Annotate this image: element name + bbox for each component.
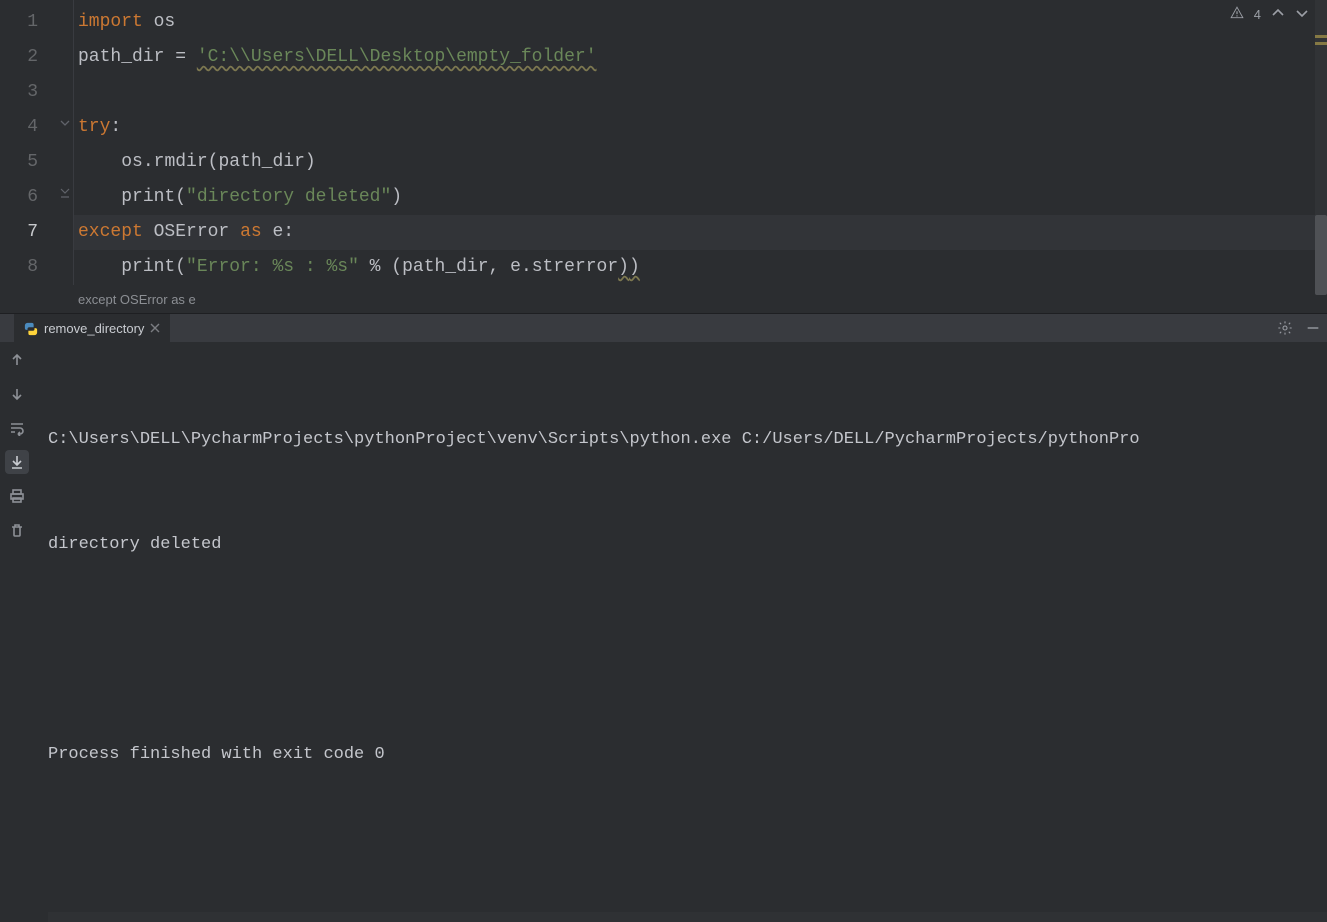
line-number: 2 — [27, 40, 38, 75]
soft-wrap-button[interactable] — [5, 416, 29, 440]
line-number: 8 — [27, 250, 38, 285]
warnings-count[interactable]: 4 — [1254, 7, 1261, 22]
code-line[interactable]: print("Error: %s : %s" % (path_dir, e.st… — [74, 250, 1327, 285]
fold-marker-icon[interactable] — [59, 117, 71, 129]
line-number: 7 — [27, 215, 38, 250]
hide-panel-button[interactable] — [1299, 314, 1327, 342]
scroll-down-button[interactable] — [5, 382, 29, 406]
console-line: Process finished with exit code 0 — [48, 737, 1313, 772]
fold-column[interactable] — [58, 0, 74, 285]
code-line[interactable]: except OSError as e: — [74, 215, 1327, 250]
run-tab-label: remove_directory — [44, 321, 144, 336]
line-number-gutter: 1 2 3 4 5 6 7 8 — [0, 0, 58, 285]
code-line[interactable]: path_dir = 'C:\\Users\DELL\Desktop\empty… — [74, 40, 1327, 75]
prev-occurrence-button[interactable] — [1271, 6, 1285, 23]
run-side-toolbar — [0, 342, 34, 922]
editor-marker-strip[interactable] — [1315, 0, 1327, 285]
run-tab[interactable]: remove_directory — [14, 314, 170, 342]
scroll-to-end-button[interactable] — [5, 450, 29, 474]
print-button[interactable] — [5, 484, 29, 508]
run-settings-button[interactable] — [1271, 314, 1299, 342]
run-tabbar: remove_directory — [0, 314, 1327, 342]
clear-all-button[interactable] — [5, 518, 29, 542]
warning-icon[interactable] — [1230, 6, 1244, 23]
code-line[interactable]: print("directory deleted") — [74, 180, 1327, 215]
line-number: 5 — [27, 145, 38, 180]
code-line[interactable] — [74, 75, 1327, 110]
line-number: 1 — [27, 5, 38, 40]
console-line — [48, 632, 1313, 667]
line-number: 4 — [27, 110, 38, 145]
editor-scrollbar-thumb[interactable] — [1315, 215, 1327, 295]
close-tab-button[interactable] — [150, 321, 160, 336]
console-horizontal-scrollbar[interactable] — [48, 912, 1327, 922]
code-line[interactable]: os.rmdir(path_dir) — [74, 145, 1327, 180]
code-content[interactable]: import os path_dir = 'C:\\Users\DELL\Des… — [74, 0, 1327, 285]
console-line: directory deleted — [48, 527, 1313, 562]
run-console[interactable]: C:\Users\DELL\PycharmProjects\pythonProj… — [34, 342, 1327, 922]
line-number: 6 — [27, 180, 38, 215]
next-occurrence-button[interactable] — [1295, 6, 1309, 23]
python-file-icon — [24, 322, 38, 336]
code-editor[interactable]: 1 2 3 4 5 6 7 8 import os path_dir = 'C:… — [0, 0, 1327, 313]
warning-marker[interactable] — [1315, 42, 1327, 45]
warning-marker[interactable] — [1315, 35, 1327, 38]
console-line: C:\Users\DELL\PycharmProjects\pythonProj… — [48, 422, 1313, 457]
code-line[interactable]: import os — [74, 5, 1327, 40]
code-line[interactable]: try: — [74, 110, 1327, 145]
run-tool-window: remove_directory C:\Users\DELL\PycharmPr… — [0, 313, 1327, 922]
breadcrumb[interactable]: except OSError as e — [0, 285, 1327, 313]
fold-marker-icon[interactable] — [59, 187, 71, 199]
scroll-up-button[interactable] — [5, 348, 29, 372]
line-number: 3 — [27, 75, 38, 110]
